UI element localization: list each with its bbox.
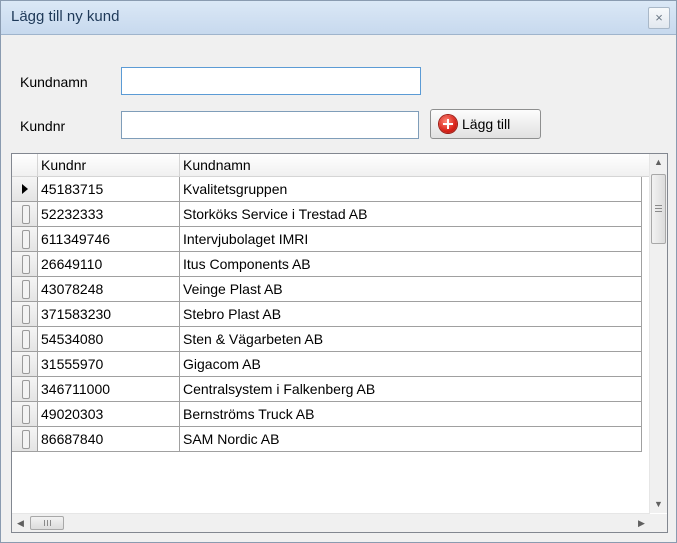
cell-kundnr[interactable]: 45183715 [38, 177, 180, 202]
cell-kundnamn[interactable]: Storköks Service i Trestad AB [180, 202, 642, 227]
row-header[interactable] [12, 252, 38, 277]
scroll-up-icon[interactable]: ▲ [650, 154, 667, 171]
vertical-scrollbar[interactable]: ▲ ▼ [649, 154, 667, 513]
cell-kundnamn[interactable]: Centralsystem i Falkenberg AB [180, 377, 642, 402]
cell-kundnr[interactable]: 43078248 [38, 277, 180, 302]
column-header-kundnamn[interactable]: Kundnamn [180, 154, 650, 177]
column-header-kundnr[interactable]: Kundnr [38, 154, 180, 177]
add-circle-icon [439, 115, 457, 133]
row-header[interactable] [12, 277, 38, 302]
row-header[interactable] [12, 202, 38, 227]
scroll-down-icon[interactable]: ▼ [650, 496, 667, 513]
table-row[interactable]: 43078248 Veinge Plast AB [12, 277, 642, 302]
horizontal-scroll-thumb[interactable] [30, 516, 64, 530]
cell-kundnr[interactable]: 371583230 [38, 302, 180, 327]
cell-kundnr[interactable]: 346711000 [38, 377, 180, 402]
customer-number-label: Kundnr [20, 118, 66, 134]
scrollbar-corner [650, 514, 667, 532]
thumb-grip-line [50, 520, 51, 526]
row-header[interactable] [12, 427, 38, 452]
row-header[interactable] [12, 302, 38, 327]
cell-kundnamn[interactable]: Stebro Plast AB [180, 302, 642, 327]
table-row[interactable]: 86687840 SAM Nordic AB [12, 427, 642, 452]
customer-name-label: Kundnamn [20, 74, 88, 90]
cell-kundnamn[interactable]: Intervjubolaget IMRI [180, 227, 642, 252]
table-row[interactable]: 346711000 Centralsystem i Falkenberg AB [12, 377, 642, 402]
row-header[interactable] [12, 227, 38, 252]
customer-name-input[interactable] [121, 67, 421, 95]
close-icon: × [655, 10, 663, 25]
dialog-title: Lägg till ny kund [11, 8, 120, 25]
row-header[interactable] [12, 177, 38, 202]
row-header[interactable] [12, 327, 38, 352]
row-selector-box [22, 330, 30, 349]
thumb-grip-line [47, 520, 48, 526]
row-header[interactable] [12, 377, 38, 402]
row-selector-box [22, 380, 30, 399]
row-selector-box [22, 430, 30, 449]
row-selector-box [22, 255, 30, 274]
current-row-arrow-icon [22, 184, 28, 194]
cell-kundnr[interactable]: 54534080 [38, 327, 180, 352]
cell-kundnamn[interactable]: Itus Components AB [180, 252, 642, 277]
table-row[interactable]: 49020303 Bernströms Truck AB [12, 402, 642, 427]
title-bar: Lägg till ny kund × [1, 1, 676, 35]
table-row[interactable]: 52232333 Storköks Service i Trestad AB [12, 202, 642, 227]
row-selector-box [22, 205, 30, 224]
cell-kundnamn[interactable]: SAM Nordic AB [180, 427, 642, 452]
scroll-right-icon[interactable]: ▶ [633, 514, 650, 532]
grid-corner-header[interactable] [12, 154, 38, 177]
table-row[interactable]: 371583230 Stebro Plast AB [12, 302, 642, 327]
add-button-label: Lägg till [462, 116, 511, 132]
thumb-grip-line [44, 520, 45, 526]
horizontal-scrollbar[interactable]: ◀ ▶ [12, 513, 650, 532]
row-header[interactable] [12, 352, 38, 377]
cell-kundnamn[interactable]: Bernströms Truck AB [180, 402, 642, 427]
table-row[interactable]: 45183715 Kvalitetsgruppen [12, 177, 642, 202]
row-selector-box [22, 280, 30, 299]
cell-kundnamn[interactable]: Veinge Plast AB [180, 277, 642, 302]
vertical-scroll-thumb[interactable] [651, 174, 666, 244]
cell-kundnr[interactable]: 49020303 [38, 402, 180, 427]
row-selector-box [22, 305, 30, 324]
thumb-grip-line [655, 211, 662, 212]
table-row[interactable]: 31555970 Gigacom AB [12, 352, 642, 377]
table-row[interactable]: 54534080 Sten & Vägarbeten AB [12, 327, 642, 352]
cell-kundnr[interactable]: 611349746 [38, 227, 180, 252]
table-row[interactable]: 26649110 Itus Components AB [12, 252, 642, 277]
cell-kundnr[interactable]: 52232333 [38, 202, 180, 227]
add-button[interactable]: Lägg till [430, 109, 541, 139]
row-header[interactable] [12, 402, 38, 427]
row-selector-box [22, 355, 30, 374]
cell-kundnr[interactable]: 86687840 [38, 427, 180, 452]
row-selector-box [22, 230, 30, 249]
thumb-grip-line [655, 205, 662, 206]
cell-kundnamn[interactable]: Kvalitetsgruppen [180, 177, 642, 202]
cell-kundnr[interactable]: 26649110 [38, 252, 180, 277]
thumb-grip-line [655, 208, 662, 209]
scroll-left-icon[interactable]: ◀ [12, 514, 29, 532]
row-selector-box [22, 405, 30, 424]
add-customer-dialog: Lägg till ny kund × Kundnamn Kundnr Lägg… [0, 0, 677, 543]
table-row[interactable]: 611349746 Intervjubolaget IMRI [12, 227, 642, 252]
cell-kundnamn[interactable]: Sten & Vägarbeten AB [180, 327, 642, 352]
cell-kundnr[interactable]: 31555970 [38, 352, 180, 377]
customer-number-input[interactable] [121, 111, 419, 139]
customer-grid[interactable]: Kundnr Kundnamn 45183715 Kvalitetsgruppen… [11, 153, 668, 533]
cell-kundnamn[interactable]: Gigacom AB [180, 352, 642, 377]
close-button[interactable]: × [648, 7, 670, 29]
